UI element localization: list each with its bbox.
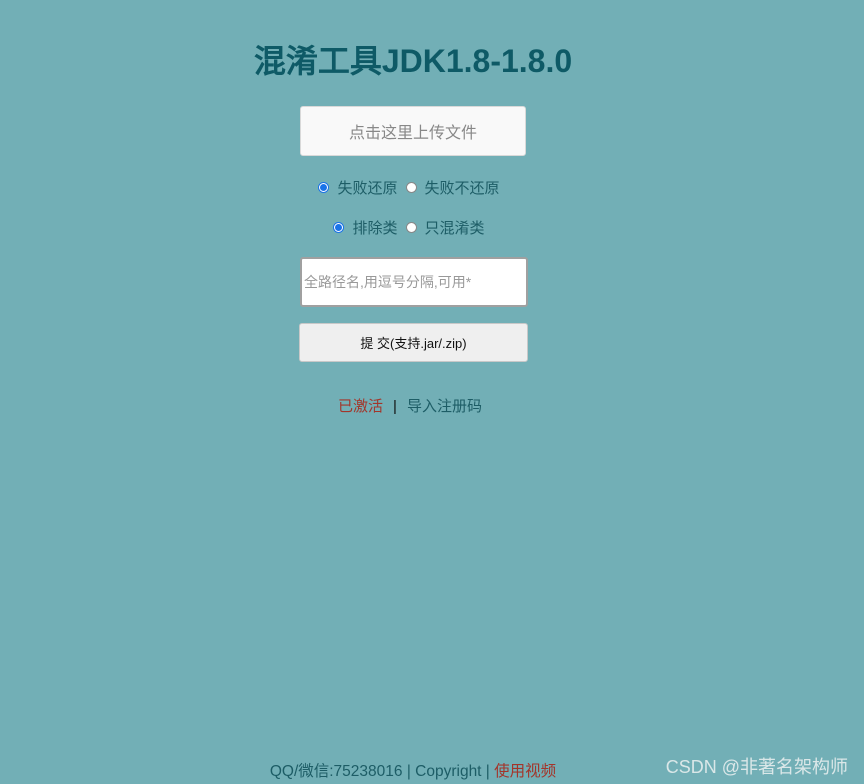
- radio-no-restore-on-failure[interactable]: [405, 182, 417, 193]
- radio-only-obfuscate-classes[interactable]: [405, 222, 417, 233]
- upload-file-label: 点击这里上传文件: [348, 125, 477, 142]
- radio-label-no-restore-on-failure[interactable]: 失败不还原: [425, 177, 500, 198]
- page-title: 混淆工具JDK1.8-1.8.0: [253, 43, 573, 79]
- class-option-group: 排除类 只混淆类: [0, 217, 826, 238]
- submit-button-label: 提 交(支持.jar/.zip): [360, 336, 467, 351]
- submit-button[interactable]: 提 交(支持.jar/.zip): [299, 323, 528, 362]
- radio-label-exclude-classes[interactable]: 排除类: [352, 217, 397, 238]
- activation-links: 已激活 | 导入注册码: [0, 395, 820, 416]
- radio-exclude-classes[interactable]: [333, 222, 345, 233]
- footer-contact: QQ/微信:75238016 | Copyright |: [269, 763, 495, 780]
- upload-file-button[interactable]: 点击这里上传文件: [300, 106, 526, 156]
- import-registration-code-link[interactable]: 导入注册码: [407, 398, 482, 415]
- package-names-input[interactable]: 全路径名,用逗号分隔,可用*: [300, 257, 528, 307]
- usage-video-link[interactable]: 使用视频: [494, 763, 556, 780]
- watermark: CSDN @非著名架构师: [665, 757, 848, 777]
- restore-option-group: 失败还原 失败不还原: [0, 177, 826, 198]
- radio-label-only-obfuscate-classes[interactable]: 只混淆类: [425, 217, 485, 238]
- radio-label-restore-on-failure[interactable]: 失败还原: [337, 177, 397, 198]
- activation-status: 已激活: [338, 398, 384, 415]
- package-names-placeholder: 全路径名,用逗号分隔,可用*: [304, 274, 472, 290]
- link-separator: |: [393, 398, 397, 415]
- radio-restore-on-failure[interactable]: [318, 182, 330, 193]
